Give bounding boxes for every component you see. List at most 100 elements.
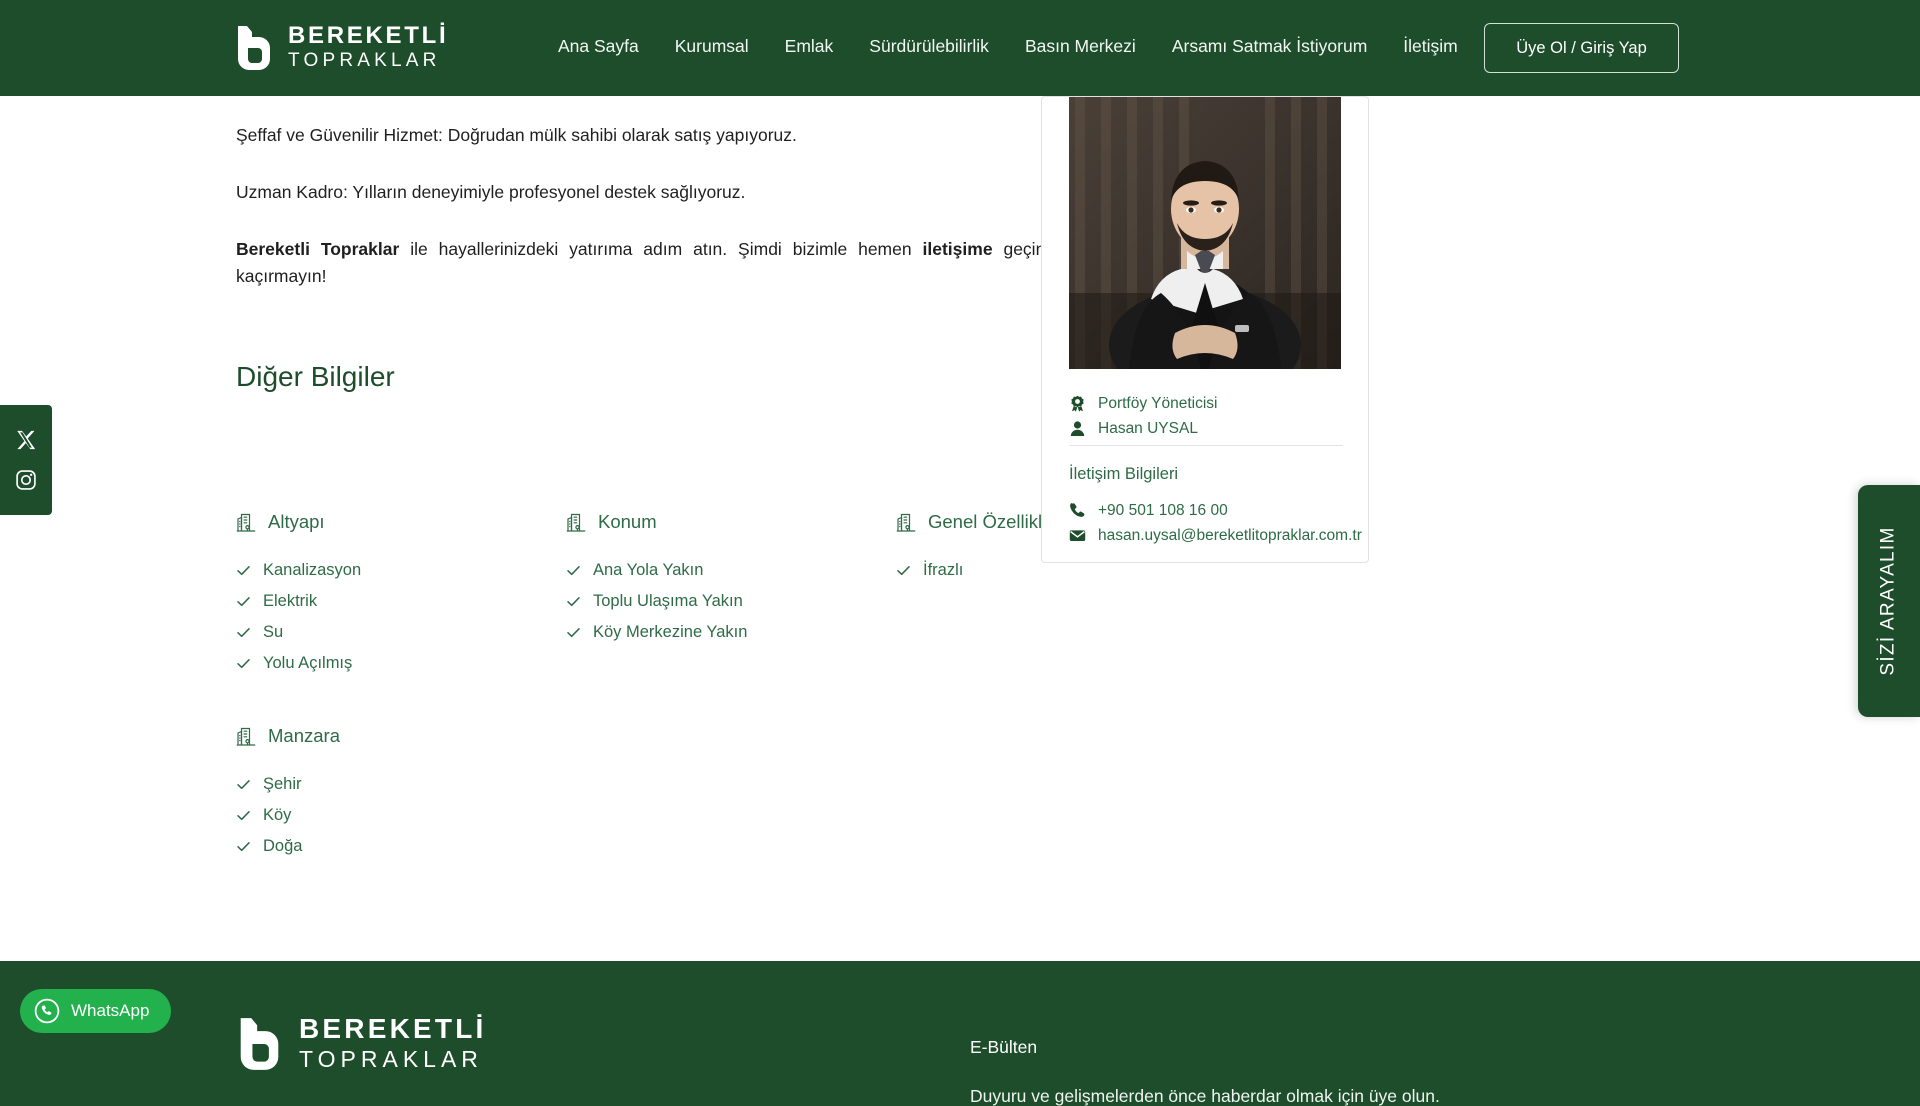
agent-contact-block: İletişim Bilgileri +90 501 108 16 00 has…: [1069, 465, 1362, 548]
x-twitter-icon: [17, 430, 36, 450]
feature-item: Şehir: [236, 769, 566, 800]
nav-item-basin-merkezi[interactable]: Basın Merkezi: [1025, 36, 1136, 57]
agent-phone-row[interactable]: +90 501 108 16 00: [1069, 498, 1359, 523]
agent-name-label: Hasan UYSAL: [1098, 419, 1198, 437]
agent-email-label: hasan.uysal@bereketlitopraklar.com.tr: [1098, 526, 1362, 544]
cta-bold-brand: Bereketli Topraklar: [236, 239, 400, 260]
contact-section-title: İletişim Bilgileri: [1069, 465, 1179, 483]
nav-item-surdurulebilirlik[interactable]: Sürdürülebilirlik: [869, 36, 989, 57]
whatsapp-button[interactable]: WhatsApp: [20, 989, 172, 1033]
newsletter-block: E-Bülten Duyuru ve gelişmelerden önce ha…: [970, 1037, 1670, 1106]
feature-group-title: Genel Özellikler: [928, 511, 1059, 532]
newsletter-subtitle: Duyuru ve gelişmelerden önce haberdar ol…: [970, 1086, 1440, 1106]
site-footer: BEREKETLİ TOPRAKLAR E-Bülten Duyuru ve g…: [0, 961, 1920, 1106]
feature-item-label: Su: [263, 623, 284, 641]
feature-item: Elektrik: [236, 586, 566, 617]
call-me-back-tab[interactable]: SİZİ ARAYALIM: [1858, 485, 1920, 717]
social-media-rail: [0, 405, 52, 515]
whatsapp-label: WhatsApp: [71, 1001, 150, 1020]
feature-group-header: Konum: [566, 511, 896, 533]
feature-item: Doğa: [236, 831, 566, 862]
phone-icon: [1070, 503, 1085, 517]
feature-item-label: Toplu Ulaşıma Yakın: [593, 592, 743, 610]
site-logo[interactable]: BEREKETLİ TOPRAKLAR: [234, 22, 448, 74]
agent-name-row: Hasan UYSAL: [1069, 416, 1343, 441]
feature-item-label: Köy Merkezine Yakın: [593, 623, 748, 641]
feature-groups-grid: Altyapı Kanalizasyon Elektrik Su Yolu Aç…: [236, 511, 1196, 908]
agent-role-row: Portföy Yöneticisi: [1069, 391, 1343, 416]
main-navigation: Ana Sayfa Kurumsal Emlak Sürdürülebilirl…: [558, 36, 1458, 57]
agent-phone-label: +90 501 108 16 00: [1098, 501, 1228, 519]
logo-line-2: TOPRAKLAR: [288, 50, 441, 72]
social-link-instagram[interactable]: [15, 469, 37, 491]
nav-item-arsami-satmak-istiyorum[interactable]: Arsamı Satmak İstiyorum: [1172, 36, 1367, 57]
site-header: BEREKETLİ TOPRAKLAR Ana Sayfa Kurumsal E…: [0, 0, 1920, 96]
feature-group-altyapi: Altyapı Kanalizasyon Elektrik Su Yolu Aç…: [236, 511, 566, 679]
feature-item: Ana Yola Yakın: [566, 555, 896, 586]
call-me-back-label: SİZİ ARAYALIM: [1878, 526, 1900, 676]
feature-group-manzara: Manzara Şehir Köy Doğa: [236, 725, 566, 862]
card-divider: [1069, 445, 1343, 446]
feature-item-label: İfrazlı: [923, 561, 964, 579]
building-icon: [236, 513, 256, 532]
check-icon: [237, 659, 250, 669]
feature-item-label: Doğa: [263, 837, 303, 855]
logo-line-1: BEREKETLİ: [288, 21, 449, 49]
agent-portrait-image: [1069, 97, 1341, 369]
instagram-icon: [16, 470, 36, 490]
feature-group-header: Altyapı: [236, 511, 566, 533]
feature-item-label: Yolu Açılmış: [263, 654, 353, 672]
feature-group-title: Manzara: [268, 725, 340, 746]
agent-contact-card: Portföy Yöneticisi Hasan UYSAL İletişim …: [1041, 96, 1369, 563]
feature-item-label: Köy: [263, 806, 292, 824]
feature-item: Kanalizasyon: [236, 555, 566, 586]
feature-item-label: Elektrik: [263, 592, 318, 610]
check-icon: [567, 566, 580, 576]
mail-icon: [1069, 530, 1086, 541]
nav-item-iletisim[interactable]: İletişim: [1403, 36, 1457, 57]
badge-icon: [1071, 395, 1084, 412]
check-icon: [237, 566, 250, 576]
feature-group-konum: Konum Ana Yola Yakın Toplu Ulaşıma Yakın…: [566, 511, 896, 679]
nav-item-kurumsal[interactable]: Kurumsal: [675, 36, 749, 57]
agent-meta: Portföy Yöneticisi Hasan UYSAL: [1069, 391, 1343, 441]
newsletter-title: E-Bülten: [970, 1037, 1038, 1057]
feature-item-label: Şehir: [263, 775, 302, 793]
login-register-button[interactable]: Üye Ol / Giriş Yap: [1484, 23, 1679, 73]
whatsapp-icon: [34, 998, 60, 1024]
check-icon: [237, 811, 250, 821]
check-icon: [567, 597, 580, 607]
check-icon: [237, 842, 250, 852]
cta-bold-contact: iletişime: [922, 239, 993, 260]
person-icon: [1070, 421, 1085, 436]
bereketli-logo-icon: [240, 1018, 279, 1070]
feature-group-title: Konum: [598, 511, 657, 532]
building-icon: [236, 727, 256, 746]
check-icon: [237, 628, 250, 638]
social-link-x[interactable]: [15, 429, 37, 451]
page-title: Diğer Bilgiler: [236, 361, 395, 392]
footer-logo-line-1: BEREKETLİ: [299, 1013, 487, 1045]
nav-item-ana-sayfa[interactable]: Ana Sayfa: [558, 36, 639, 57]
feature-group-header: Manzara: [236, 725, 566, 747]
nav-item-emlak[interactable]: Emlak: [785, 36, 834, 57]
building-icon: [896, 513, 916, 532]
feature-item: Köy: [236, 800, 566, 831]
agent-role-label: Portföy Yöneticisi: [1098, 394, 1218, 412]
bereketli-logo-icon: [238, 26, 270, 70]
agent-email-row[interactable]: hasan.uysal@bereketlitopraklar.com.tr: [1069, 523, 1362, 548]
main-content: Şeffaf ve Güvenilir Hizmet: Doğrudan mül…: [0, 96, 1920, 961]
feature-item-label: Ana Yola Yakın: [593, 561, 704, 579]
agent-photo: [1069, 97, 1341, 369]
footer-logo[interactable]: BEREKETLİ TOPRAKLAR: [236, 1013, 486, 1075]
footer-logo-line-2: TOPRAKLAR: [299, 1046, 483, 1073]
feature-item: Su: [236, 617, 566, 648]
cta-mid-text: ile hayallerinizdeki yatırıma adım atın.…: [399, 239, 923, 260]
check-icon: [567, 628, 580, 638]
feature-item: Köy Merkezine Yakın: [566, 617, 896, 648]
building-icon: [566, 513, 586, 532]
feature-group-title: Altyapı: [268, 511, 325, 532]
check-icon: [237, 780, 250, 790]
check-icon: [237, 597, 250, 607]
feature-item-label: Kanalizasyon: [263, 561, 362, 579]
